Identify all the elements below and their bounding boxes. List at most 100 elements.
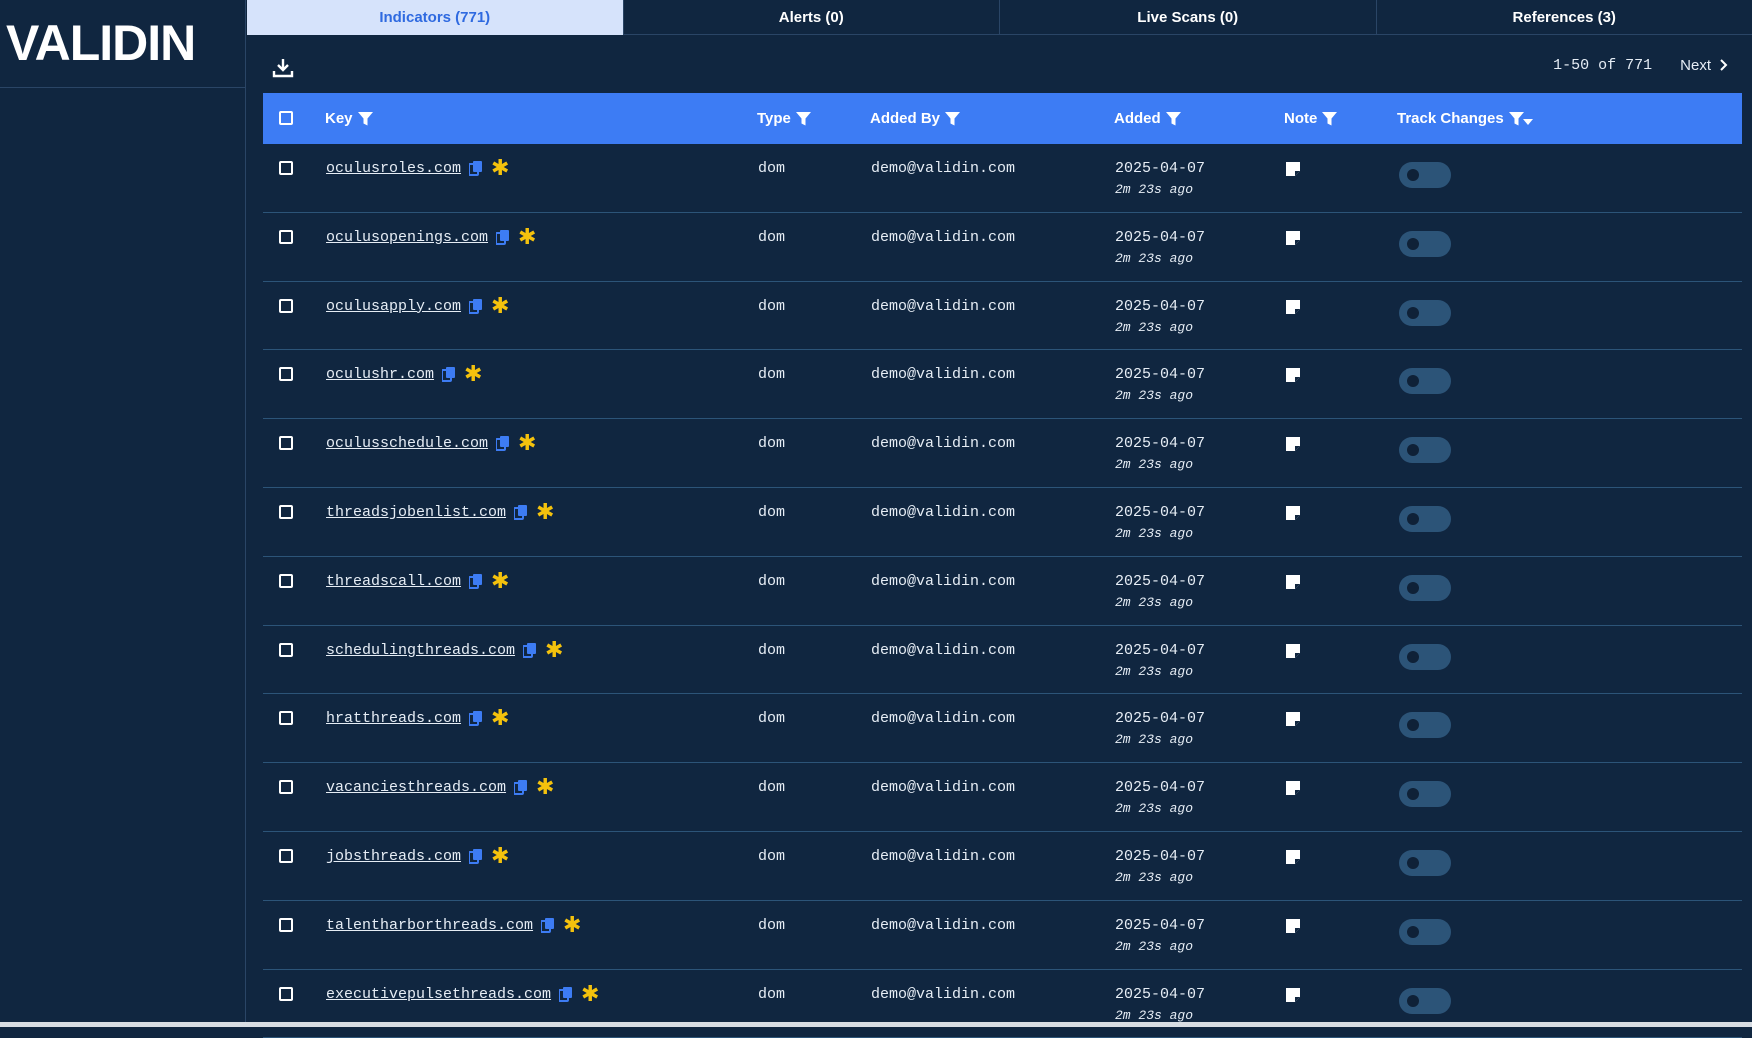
indicator-link[interactable]: oculusroles.com [326,160,461,177]
row-checkbox[interactable] [279,161,293,175]
track-changes-toggle[interactable] [1399,437,1451,463]
added-by-cell: demo@validin.com [871,298,1015,315]
row-checkbox[interactable] [279,367,293,381]
copy-icon[interactable] [523,643,537,658]
download-icon[interactable] [271,56,295,80]
row-checkbox[interactable] [279,643,293,657]
indicator-link[interactable]: oculusschedule.com [326,435,488,452]
indicator-link[interactable]: oculusapply.com [326,298,461,315]
indicator-link[interactable]: threadscall.com [326,573,461,590]
copy-icon[interactable] [442,367,456,382]
added-cell: 2025-04-072m 23s ago [1115,229,1205,266]
indicator-link[interactable]: jobsthreads.com [326,848,461,865]
copy-icon[interactable] [514,505,528,520]
note-icon[interactable] [1285,780,1301,796]
added-date: 2025-04-07 [1115,573,1205,590]
added-date: 2025-04-07 [1115,986,1205,1003]
track-changes-toggle[interactable] [1399,368,1451,394]
indicator-link[interactable]: threadsjobenlist.com [326,504,506,521]
row-checkbox[interactable] [279,987,293,1001]
indicator-link[interactable]: executivepulsethreads.com [326,986,551,1003]
row-checkbox[interactable] [279,780,293,794]
key-cell: oculusapply.com✱ [326,298,509,315]
row-checkbox[interactable] [279,299,293,313]
indicator-link[interactable]: oculushr.com [326,366,434,383]
note-icon[interactable] [1285,643,1301,659]
star-icon: ✱ [464,367,482,382]
note-icon[interactable] [1285,918,1301,934]
caret-down-icon[interactable] [1523,119,1533,125]
key-cell: jobsthreads.com✱ [326,848,509,865]
row-checkbox[interactable] [279,849,293,863]
copy-icon[interactable] [469,711,483,726]
key-cell: vacanciesthreads.com✱ [326,779,554,796]
track-changes-toggle[interactable] [1399,162,1451,188]
validin-logo[interactable]: VALIDIN [6,18,195,68]
track-changes-toggle[interactable] [1399,300,1451,326]
copy-icon[interactable] [541,918,555,933]
indicator-link[interactable]: hratthreads.com [326,710,461,727]
copy-icon[interactable] [469,574,483,589]
key-cell: oculusopenings.com✱ [326,229,536,246]
added-by-cell: demo@validin.com [871,504,1015,521]
column-key-label: Key [325,110,353,127]
tab-indicators[interactable]: Indicators (771) [247,0,624,35]
note-icon[interactable] [1285,299,1301,315]
track-changes-toggle[interactable] [1399,919,1451,945]
track-changes-toggle[interactable] [1399,781,1451,807]
row-checkbox[interactable] [279,574,293,588]
note-icon[interactable] [1285,849,1301,865]
track-changes-toggle[interactable] [1399,712,1451,738]
track-changes-toggle[interactable] [1399,231,1451,257]
filter-icon[interactable] [358,112,373,126]
filter-icon[interactable] [1166,112,1181,126]
note-icon[interactable] [1285,161,1301,177]
note-icon[interactable] [1285,367,1301,383]
indicator-link[interactable]: schedulingthreads.com [326,642,515,659]
copy-icon[interactable] [496,230,510,245]
copy-icon[interactable] [469,299,483,314]
note-icon[interactable] [1285,574,1301,590]
copy-icon[interactable] [469,161,483,176]
indicator-link[interactable]: vacanciesthreads.com [326,779,506,796]
tab-live-scans[interactable]: Live Scans (0) [1000,0,1377,35]
indicator-link[interactable]: talentharborthreads.com [326,917,533,934]
note-icon[interactable] [1285,711,1301,727]
indicator-link[interactable]: oculusopenings.com [326,229,488,246]
track-changes-toggle[interactable] [1399,575,1451,601]
row-checkbox[interactable] [279,230,293,244]
filter-icon[interactable] [1322,112,1337,126]
track-changes-toggle[interactable] [1399,644,1451,670]
note-icon[interactable] [1285,230,1301,246]
tab-references[interactable]: References (3) [1377,0,1752,35]
filter-icon[interactable] [1509,112,1524,126]
row-checkbox[interactable] [279,436,293,450]
table-row: oculushr.com✱domdemo@validin.com2025-04-… [263,350,1742,419]
copy-icon[interactable] [559,987,573,1002]
key-cell: oculusschedule.com✱ [326,435,536,452]
note-icon[interactable] [1285,505,1301,521]
copy-icon[interactable] [514,780,528,795]
select-all-checkbox[interactable] [279,111,293,125]
column-note-label: Note [1284,110,1317,127]
filter-icon[interactable] [945,112,960,126]
type-cell: dom [758,573,785,590]
added-date: 2025-04-07 [1115,504,1205,521]
row-checkbox[interactable] [279,505,293,519]
track-changes-toggle[interactable] [1399,850,1451,876]
tab-alerts[interactable]: Alerts (0) [624,0,1001,35]
note-icon[interactable] [1285,436,1301,452]
added-ago: 2m 23s ago [1115,870,1205,885]
track-changes-toggle[interactable] [1399,988,1451,1014]
sidebar-divider [0,87,246,88]
next-page-button[interactable]: Next [1680,57,1728,74]
row-checkbox[interactable] [279,711,293,725]
row-checkbox[interactable] [279,918,293,932]
filter-icon[interactable] [796,112,811,126]
added-ago: 2m 23s ago [1115,801,1205,816]
copy-icon[interactable] [496,436,510,451]
note-icon[interactable] [1285,987,1301,1003]
track-changes-toggle[interactable] [1399,506,1451,532]
type-cell: dom [758,710,785,727]
copy-icon[interactable] [469,849,483,864]
